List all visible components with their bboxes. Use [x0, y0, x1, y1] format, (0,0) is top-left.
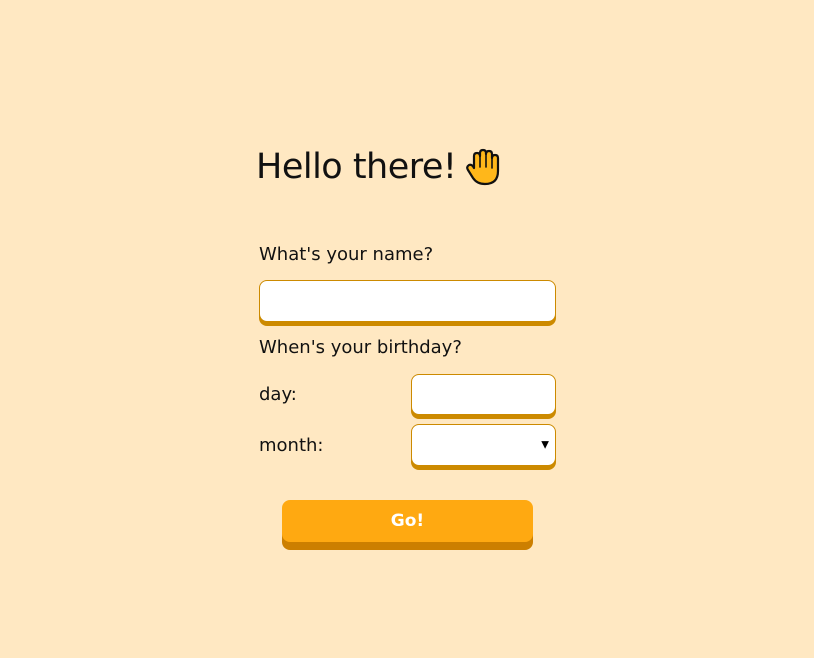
- chevron-down-icon: ▼: [541, 439, 549, 451]
- go-button[interactable]: Go!: [282, 500, 533, 542]
- month-label: month:: [259, 435, 324, 456]
- birthday-label: When's your birthday?: [259, 337, 462, 358]
- page-title: Hello there!: [256, 147, 457, 187]
- raised-hand-icon: [466, 147, 502, 187]
- day-label: day:: [259, 384, 297, 405]
- name-field-wrapper: [259, 280, 556, 322]
- month-select-value: [412, 425, 555, 465]
- name-label: What's your name?: [259, 244, 434, 265]
- page: Hello there! What's your name? When's yo…: [0, 0, 814, 658]
- day-field-wrapper: [411, 374, 556, 415]
- header: Hello there!: [256, 144, 502, 190]
- name-input[interactable]: [260, 281, 555, 321]
- month-select[interactable]: ▼: [411, 424, 556, 466]
- day-input[interactable]: [412, 375, 555, 414]
